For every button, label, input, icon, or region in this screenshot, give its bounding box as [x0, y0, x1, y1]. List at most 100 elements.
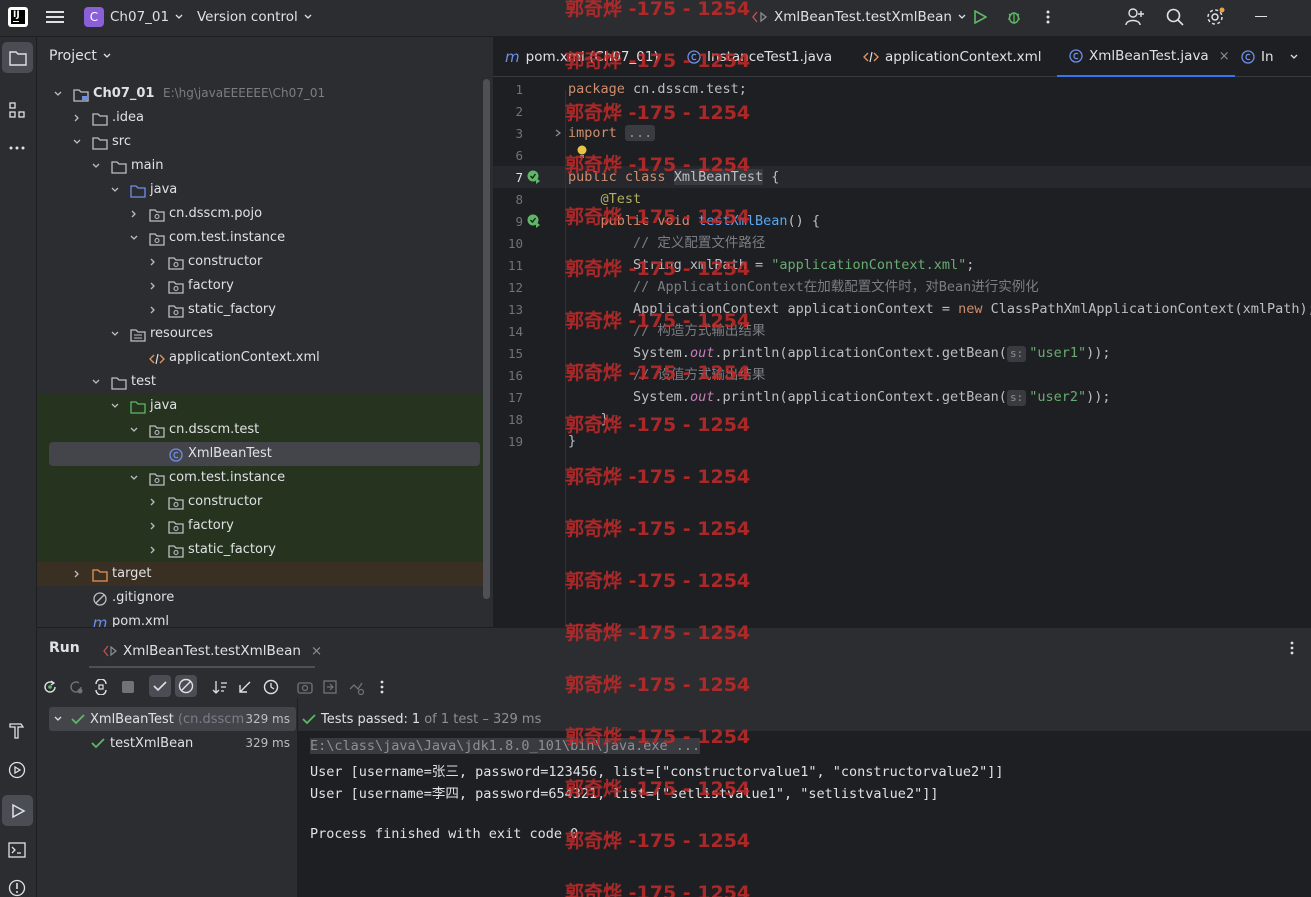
chevron-right-icon[interactable] [148, 497, 158, 507]
tree-item[interactable]: static_factory [37, 298, 493, 322]
code-line-11[interactable]: String xmlPath = "applicationContext.xml… [568, 254, 974, 276]
options-icon[interactable] [1284, 640, 1300, 656]
code-line-12[interactable]: // ApplicationContext在加载配置文件时，对Bean进行实例化 [568, 276, 1039, 298]
fold-expand-icon[interactable] [553, 128, 563, 138]
chevron-down-icon[interactable] [110, 401, 120, 411]
show-passed-icon[interactable] [149, 675, 171, 697]
code-line-19[interactable]: } [568, 430, 576, 452]
tree-item[interactable]: com.test.instance [37, 226, 493, 250]
toggle-auto-test-icon[interactable] [92, 678, 110, 696]
tree-item[interactable]: target [37, 562, 493, 586]
show-ignored-icon[interactable] [175, 675, 197, 697]
tab-applicationcontext-xml[interactable]: applicationContext.xml [863, 37, 1042, 77]
rerun-failed-icon[interactable] [67, 678, 85, 696]
sort-icon[interactable] [211, 678, 229, 696]
tree-item[interactable]: constructor [37, 490, 493, 514]
project-tool-folder-icon[interactable] [2, 42, 33, 73]
chevron-right-icon[interactable] [72, 113, 82, 123]
lightbulb-icon[interactable] [575, 145, 589, 159]
chevron-right-icon[interactable] [148, 305, 158, 315]
project-switcher[interactable]: C Ch07_01 [84, 0, 184, 33]
close-tab-icon[interactable]: × [311, 643, 322, 659]
tree-item[interactable]: XmlBeanTest [37, 442, 493, 466]
project-panel-header[interactable]: Project [49, 48, 112, 64]
add-user-icon[interactable] [1124, 6, 1146, 28]
code-line-3[interactable]: import ... [568, 122, 656, 144]
chevron-down-icon[interactable] [72, 137, 82, 147]
tree-item[interactable]: resources [37, 322, 493, 346]
run-test-method-icon[interactable] [527, 214, 541, 228]
chevron-right-icon[interactable] [129, 209, 139, 219]
search-icon[interactable] [1164, 6, 1186, 28]
chevron-down-icon[interactable] [91, 161, 101, 171]
build-hammer-icon[interactable] [5, 718, 29, 742]
tree-item[interactable]: .gitignore [37, 586, 493, 610]
chevron-down-icon[interactable] [129, 473, 139, 483]
tree-item[interactable]: cn.dsscm.test [37, 418, 493, 442]
code-line-16[interactable]: // 设值方式输出结果 [568, 364, 765, 386]
tree-item[interactable]: main [37, 154, 493, 178]
tree-item[interactable]: m pom.xml [37, 610, 493, 627]
chevron-down-icon[interactable] [110, 329, 120, 339]
import-results-icon[interactable] [236, 678, 254, 696]
code-line-17[interactable]: System.out.println(applicationContext.ge… [568, 386, 1110, 408]
rerun-icon[interactable] [41, 678, 59, 696]
tree-item-root[interactable]: Ch07_01 E:\hg\javaEEEEEE\Ch07_01 [37, 82, 493, 106]
run-icon[interactable] [970, 7, 990, 27]
chevron-right-icon[interactable] [148, 545, 158, 555]
tree-item[interactable]: src [37, 130, 493, 154]
code-line-10[interactable]: // 定义配置文件路径 [568, 232, 765, 254]
code-line-15[interactable]: System.out.println(applicationContext.ge… [568, 342, 1110, 364]
tree-item[interactable]: applicationContext.xml [37, 346, 493, 370]
services-icon[interactable] [5, 758, 29, 782]
tree-item[interactable]: static_factory [37, 538, 493, 562]
code-line-1[interactable]: package cn.dsscm.test; [568, 78, 747, 100]
tree-item[interactable]: test [37, 370, 493, 394]
test-tree-root[interactable]: XmlBeanTest (cn.dsscm 329 ms [49, 707, 296, 731]
code-line-14[interactable]: // 构造方式输出结果 [568, 320, 765, 342]
chevron-down-icon[interactable] [129, 425, 139, 435]
chevron-right-icon[interactable] [148, 257, 158, 267]
history-icon[interactable] [262, 678, 280, 696]
tab-instancetest1[interactable]: InstanceTest1.java [687, 37, 832, 77]
chevron-down-icon[interactable] [129, 233, 139, 243]
chevron-down-icon[interactable] [110, 185, 120, 195]
chevron-right-icon[interactable] [148, 521, 158, 531]
terminal-icon[interactable] [5, 838, 29, 862]
tree-item[interactable]: cn.dsscm.pojo [37, 202, 493, 226]
tree-item[interactable]: factory [37, 514, 493, 538]
tree-item[interactable]: com.test.instance [37, 466, 493, 490]
code-line-9[interactable]: public void testXmlBean() { [568, 210, 820, 232]
minimize-icon[interactable] [1254, 12, 1268, 22]
tree-item[interactable]: .idea [37, 106, 493, 130]
test-tree-method[interactable]: testXmlBean 329 ms [49, 731, 296, 755]
run-tool-icon[interactable] [2, 795, 33, 826]
run-test-class-icon[interactable] [527, 170, 541, 184]
chevron-right-icon[interactable] [148, 281, 158, 291]
structure-icon[interactable] [5, 98, 29, 122]
problems-icon[interactable] [5, 876, 29, 897]
debug-icon[interactable] [1004, 7, 1024, 27]
export-icon[interactable] [321, 678, 339, 696]
run-tab-active[interactable]: XmlBeanTest.testXmlBean × [99, 636, 326, 666]
tree-item[interactable]: java [37, 394, 493, 418]
more-actions-icon[interactable] [1038, 7, 1058, 27]
chevron-down-icon[interactable] [91, 377, 101, 387]
tab-overflow[interactable]: In [1241, 37, 1274, 77]
tab-xmlbeantest-active[interactable]: XmlBeanTest.java × [1057, 37, 1235, 77]
vcs-menu[interactable]: Version control [197, 0, 313, 33]
settings-gear-icon[interactable] [1204, 6, 1226, 28]
console-output[interactable]: E:\class\java\Java\jdk1.8.0_101\bin\java… [298, 731, 1311, 897]
tabs-dropdown-icon[interactable] [1287, 51, 1301, 63]
console-line-command[interactable]: E:\class\java\Java\jdk1.8.0_101\bin\java… [310, 738, 701, 754]
more-icon[interactable] [373, 678, 391, 696]
code-line-13[interactable]: ApplicationContext applicationContext = … [568, 298, 1311, 320]
run-config-selector[interactable]: XmlBeanTest.testXmlBean [752, 0, 967, 33]
tab-pom-xml[interactable]: m pom.xml (Ch07_01) [505, 37, 659, 77]
more-tools-icon[interactable] [5, 136, 29, 160]
main-menu-icon[interactable] [44, 6, 66, 28]
chevron-down-icon[interactable] [53, 89, 63, 99]
chevron-right-icon[interactable] [72, 569, 82, 579]
screenshot-icon[interactable] [296, 678, 314, 696]
close-tab-icon[interactable]: × [1219, 49, 1230, 64]
